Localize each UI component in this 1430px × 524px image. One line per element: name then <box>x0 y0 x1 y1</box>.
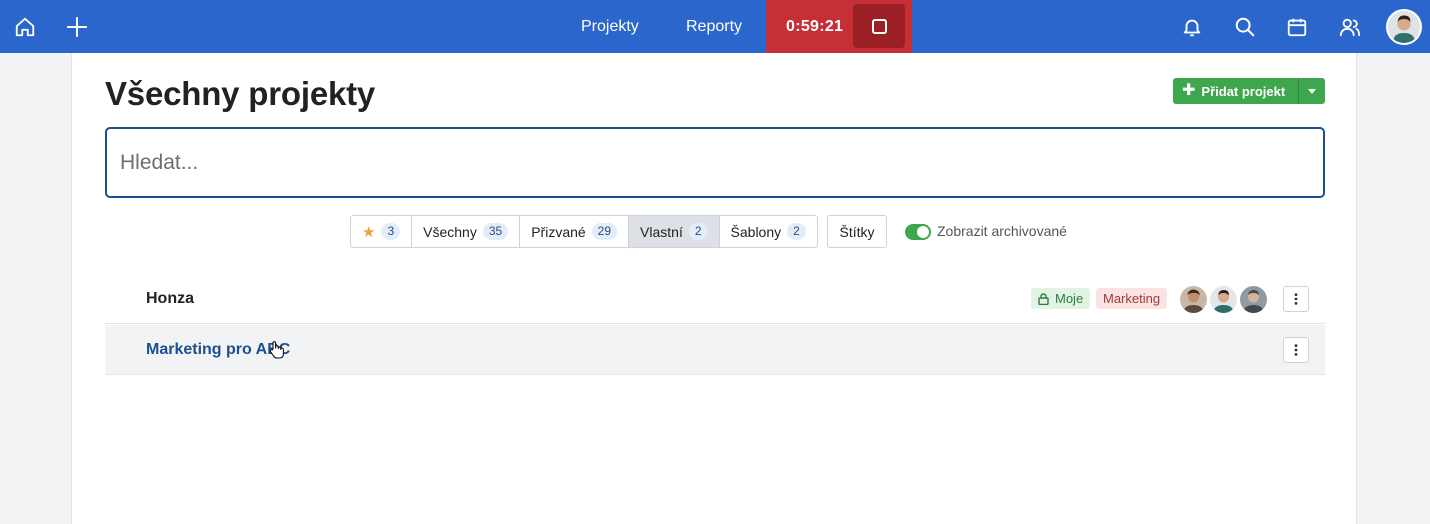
member-avatar <box>1238 284 1269 315</box>
show-archived-label: Zobrazit archivované <box>937 223 1067 239</box>
filter-count: 35 <box>482 223 509 240</box>
filter-label: Přizvané <box>531 223 586 240</box>
more-options-button[interactable] <box>1283 286 1309 312</box>
filter-templates[interactable]: Šablony 2 <box>719 216 817 247</box>
plus-icon[interactable] <box>52 0 102 53</box>
plus-icon: ✚ <box>1182 82 1196 99</box>
add-project-split-button: ✚ Přidat projekt <box>1173 78 1325 104</box>
lock-icon <box>1038 292 1049 305</box>
search-icon[interactable] <box>1220 0 1270 53</box>
filter-starred[interactable]: ★ 3 <box>351 216 413 247</box>
home-icon[interactable] <box>0 0 50 53</box>
filter-own[interactable]: Vlastní 2 <box>629 216 720 247</box>
project-name[interactable]: Honza <box>146 274 194 324</box>
show-archived-toggle[interactable] <box>905 224 931 240</box>
more-options-button[interactable] <box>1283 337 1309 363</box>
tags-button[interactable]: Štítky <box>827 215 887 248</box>
stop-icon <box>871 18 887 34</box>
member-avatar <box>1208 284 1239 315</box>
filter-label: Vlastní <box>640 223 683 240</box>
users-icon[interactable] <box>1325 0 1375 53</box>
star-icon: ★ <box>362 223 376 241</box>
calendar-icon[interactable] <box>1272 0 1322 53</box>
add-project-label: Přidat projekt <box>1201 83 1286 99</box>
stop-timer-button[interactable] <box>853 4 905 48</box>
filter-count: 29 <box>591 223 618 240</box>
badge-tag-marketing: Marketing <box>1096 288 1168 309</box>
top-navigation-bar: Projekty Reporty 0:59:21 <box>0 0 1430 53</box>
kebab-icon <box>1294 344 1298 356</box>
project-row[interactable]: Marketing pro ABC <box>105 325 1325 375</box>
main-panel: Všechny projekty ✚ Přidat projekt ★ 3 Vš… <box>71 53 1357 524</box>
badge-own: Moje <box>1031 288 1091 309</box>
member-avatar <box>1178 284 1209 315</box>
kebab-icon <box>1294 293 1298 305</box>
timer-display: 0:59:21 <box>786 18 844 35</box>
filter-invited[interactable]: Přizvané 29 <box>520 216 630 247</box>
filter-label: Šablony <box>730 223 782 240</box>
badge-own-label: Moje <box>1055 291 1084 306</box>
add-project-button[interactable]: ✚ Přidat projekt <box>1173 78 1299 104</box>
toggle-knob <box>917 226 929 238</box>
caret-down-icon <box>1308 88 1316 94</box>
filter-count: 2 <box>688 223 708 240</box>
filter-count: 2 <box>787 223 806 240</box>
search-input[interactable] <box>105 127 1325 198</box>
page-title: Všechny projekty <box>105 75 376 112</box>
filter-count: 3 <box>381 223 401 240</box>
nav-reporty[interactable]: Reporty <box>686 0 742 53</box>
bell-icon[interactable] <box>1167 0 1217 53</box>
project-row[interactable]: Honza Moje Marketing <box>105 274 1325 324</box>
timer: 0:59:21 <box>766 0 912 53</box>
add-project-dropdown-toggle[interactable] <box>1299 78 1325 104</box>
filter-label: Všechny <box>423 223 477 240</box>
filter-all[interactable]: Všechny 35 <box>412 216 521 247</box>
user-avatar[interactable] <box>1386 9 1422 45</box>
project-filter-group: ★ 3 Všechny 35 Přizvané 29 Vlastní 2 Šab… <box>350 215 818 248</box>
hand-cursor-icon <box>269 341 284 359</box>
nav-projekty[interactable]: Projekty <box>581 0 639 53</box>
